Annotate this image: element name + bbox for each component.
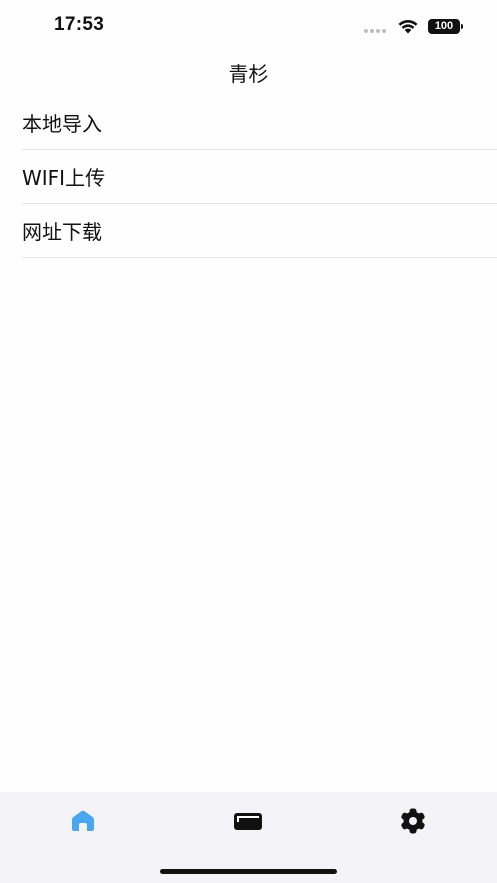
menu-item-url-download[interactable]: 网址下载	[22, 204, 497, 258]
page-title: 青杉	[228, 62, 269, 86]
menu-item-wifi-upload[interactable]: WIFI上传	[22, 150, 497, 204]
card-icon	[234, 813, 262, 830]
tab-settings[interactable]	[393, 806, 433, 836]
menu-item-local-import[interactable]: 本地导入	[22, 96, 497, 150]
battery-cap	[461, 24, 463, 29]
wifi-icon	[398, 20, 418, 34]
cellular-signal-icon	[364, 29, 386, 33]
home-indicator	[160, 869, 337, 874]
menu-list: 本地导入 WIFI上传 网址下载	[22, 96, 497, 258]
status-bar: 17:53 100	[0, 0, 497, 50]
battery-icon: 100	[428, 19, 460, 34]
tab-home[interactable]	[63, 806, 103, 836]
status-time: 17:53	[54, 14, 105, 35]
tab-files[interactable]	[228, 806, 268, 836]
gear-icon	[401, 808, 425, 834]
home-icon	[72, 810, 94, 831]
